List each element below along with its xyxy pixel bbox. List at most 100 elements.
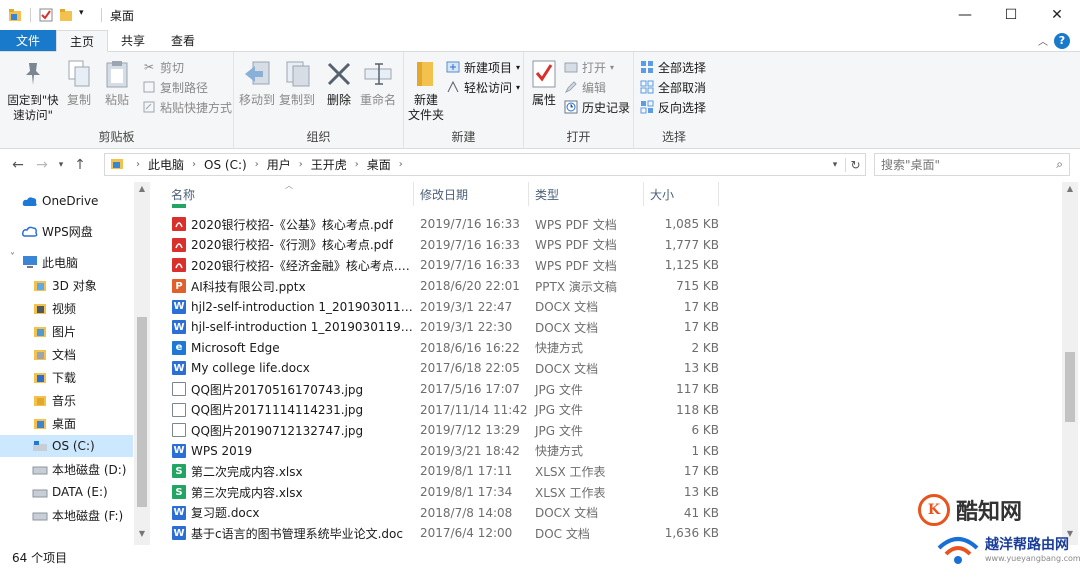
breadcrumb-separator-icon[interactable]: › [349, 159, 365, 170]
copy-to-button[interactable]: 复制到 [278, 58, 316, 108]
file-row[interactable]: QQ图片20190712132747.jpg 2019/7/12 13:29 JPG… [165, 420, 725, 441]
nav-item[interactable]: 本地磁盘 (F:) [0, 504, 133, 526]
help-icon[interactable]: ? [1054, 32, 1070, 49]
history-button[interactable]: 历史记录 [564, 98, 630, 116]
properties-button[interactable]: 属性 [530, 58, 558, 108]
nav-scroll-thumb[interactable] [137, 317, 147, 507]
paste-button[interactable]: 粘贴 [102, 58, 132, 108]
refresh-icon[interactable]: ↻ [845, 157, 865, 172]
new-folder-button[interactable]: 新建 文件夹 [408, 58, 444, 123]
file-row[interactable]: S 第三次完成内容.xlsx 2019/8/1 17:34 XLSX 工作表 13 KB [165, 482, 725, 503]
file-row[interactable]: S 第二次完成内容.xlsx 2019/8/1 17:11 XLSX 工作表 17 KB [165, 461, 725, 482]
file-row[interactable]: W My college life.docx 2017/6/18 22:05 DOCX… [165, 358, 725, 379]
new-folder-icon [411, 58, 441, 90]
forward-arrow-icon[interactable]: → [30, 157, 54, 173]
partial-row[interactable] [165, 204, 725, 211]
breadcrumb-separator-icon[interactable]: › [249, 159, 265, 170]
file-date: 2019/8/1 17:11 [420, 464, 513, 479]
cut-button[interactable]: ✂ 剪切 [142, 58, 184, 76]
customize-dropdown-icon[interactable]: ▾ [79, 8, 93, 22]
close-button[interactable]: ✕ [1034, 0, 1080, 30]
maximize-button[interactable]: ☐ [988, 0, 1034, 30]
tab-home[interactable]: 主页 [56, 30, 109, 52]
nav-item[interactable]: WPS网盘 [0, 220, 133, 242]
up-arrow-icon[interactable]: ↑ [68, 157, 92, 173]
nav-item[interactable]: 视频 [0, 297, 133, 319]
nav-scroll-down-icon[interactable]: ▼ [134, 529, 150, 543]
nav-item[interactable]: 桌面 [0, 412, 133, 434]
column-header-name[interactable]: 名称 [165, 182, 414, 206]
pictures-folder-icon [32, 324, 48, 338]
breadcrumb-item[interactable]: OS (C:) [202, 158, 249, 172]
nav-item[interactable]: 此电脑 [0, 251, 133, 273]
breadcrumb-separator-icon[interactable]: › [393, 159, 409, 170]
file-row[interactable]: 2020银行校招-《公基》核心考点.pdf 2019/7/16 16:33 WPS … [165, 214, 725, 235]
tab-share[interactable]: 共享 [108, 30, 158, 51]
invert-selection-button[interactable]: 反向选择 [640, 98, 706, 116]
select-none-button[interactable]: 全部取消 [640, 78, 706, 96]
nav-item[interactable]: OS (C:) [0, 435, 133, 457]
paste-shortcut-button[interactable]: 粘贴快捷方式 [142, 98, 232, 116]
column-header-size[interactable]: 大小 [644, 182, 719, 206]
file-row[interactable]: Whjl-self-introduction 1_20190301195... 2… [165, 317, 725, 338]
easy-access-button[interactable]: 轻松访问 ▾ [446, 78, 520, 96]
delete-button[interactable]: 删除 [324, 58, 354, 108]
file-row[interactable]: Whjl2-self-introduction 1_20190301190...… [165, 296, 725, 317]
nav-item[interactable]: 音乐 [0, 389, 133, 411]
copy-path-button[interactable]: 复制路径 [142, 78, 208, 96]
back-arrow-icon[interactable]: ← [6, 157, 30, 173]
nav-item[interactable]: 图片 [0, 320, 133, 342]
copy-button[interactable]: 复制 [64, 58, 94, 108]
breadcrumb-item[interactable]: 桌面 [365, 156, 393, 173]
nav-item[interactable]: 本地磁盘 (D:) [0, 458, 133, 480]
expand-chevron-icon[interactable]: ˅ [10, 252, 15, 263]
nav-scrollbar[interactable]: ▲ ▼ [134, 182, 150, 545]
file-row[interactable]: QQ图片20170516170743.jpg 2017/5/16 17:07 JPG… [165, 379, 725, 400]
nav-item[interactable]: 下载 [0, 366, 133, 388]
breadcrumb-item[interactable]: 王开虎 [309, 156, 349, 173]
nav-item[interactable]: 3D 对象 [0, 274, 133, 296]
new-folder-quick-icon[interactable] [59, 8, 73, 22]
properties-check-icon[interactable] [39, 8, 53, 22]
nav-item[interactable]: 文档 [0, 343, 133, 365]
recent-locations-icon[interactable]: ▾ [54, 160, 68, 170]
navigation-pane: OneDrive WPS网盘此电脑 3D 对象 视频 图片 文档 下载 音乐 桌面 OS (C:)… [0, 182, 150, 545]
file-row[interactable]: W 复习题.docx 2018/7/8 14:08 DOCX 文档 41 KB [165, 502, 725, 523]
pin-quick-access-button[interactable]: 固定到"快速访问" [6, 58, 60, 123]
list-scroll-up-icon[interactable]: ▲ [1062, 184, 1078, 198]
address-bar[interactable]: › 此电脑 › OS (C:) › 用户 › 王开虎 › 桌面 › ▾ ↻ [104, 153, 866, 176]
breadcrumb-separator-icon[interactable]: › [293, 159, 309, 170]
select-all-button[interactable]: 全部选择 [640, 58, 706, 76]
file-row[interactable]: 2020银行校招-《行测》核心考点.pdf 2019/7/16 16:33 WPS … [165, 235, 725, 256]
breadcrumb-item[interactable]: 用户 [265, 156, 293, 173]
tab-view[interactable]: 查看 [158, 30, 208, 51]
list-scroll-thumb[interactable] [1065, 352, 1075, 422]
list-scrollbar[interactable]: ▲ ▼ [1062, 182, 1078, 545]
breadcrumb-separator-icon[interactable]: › [186, 159, 202, 170]
address-dropdown-icon[interactable]: ▾ [825, 160, 845, 170]
tab-file[interactable]: 文件 [0, 30, 56, 51]
file-row[interactable]: e Microsoft Edge 2018/6/16 16:22 快捷方式 2 KB [165, 338, 725, 359]
new-item-button[interactable]: 新建项目 ▾ [446, 58, 520, 76]
file-row[interactable]: P AI科技有限公司.pptx 2018/6/20 22:01 PPTX 演示文稿 71… [165, 276, 725, 297]
file-row[interactable]: 2020银行校招-《经济金融》核心考点.pdf 2019/7/16 16:33 WP… [165, 255, 725, 276]
file-row[interactable]: W 基于c语言的图书管理系统毕业论文.doc 2017/6/4 12:00 DOC 文… [165, 523, 725, 544]
rename-button[interactable]: 重命名 [358, 58, 398, 108]
move-to-button[interactable]: 移动到 [238, 58, 276, 108]
nav-item[interactable]: DATA (E:) [0, 481, 133, 503]
minimize-button[interactable]: — [942, 0, 988, 30]
search-input[interactable]: 搜索"桌面" ⌕ [874, 153, 1070, 176]
nav-scroll-up-icon[interactable]: ▲ [134, 184, 150, 198]
breadcrumb-separator-icon[interactable]: › [130, 159, 146, 170]
edit-button[interactable]: 编辑 [564, 78, 606, 96]
open-icon [564, 60, 578, 74]
column-header-type[interactable]: 类型 [529, 182, 644, 206]
kuzhi-watermark-text: 酷知网 [956, 500, 1023, 525]
open-button[interactable]: 打开 ▾ [564, 58, 614, 76]
file-row[interactable]: W WPS 2019 2019/3/21 18:42 快捷方式 1 KB [165, 441, 725, 462]
nav-item[interactable]: OneDrive [0, 190, 133, 212]
column-header-date[interactable]: 修改日期 [414, 182, 529, 206]
ribbon-collapse-icon[interactable]: ︿ [1038, 33, 1048, 48]
breadcrumb-item[interactable]: 此电脑 [146, 156, 186, 173]
file-row[interactable]: QQ图片20171114114231.jpg 2017/11/14 11:42 JP… [165, 399, 725, 420]
